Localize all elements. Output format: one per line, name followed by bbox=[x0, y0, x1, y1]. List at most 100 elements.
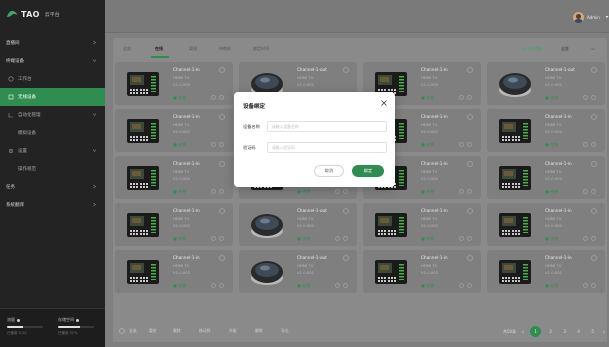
bottom-action-restart[interactable]: 重启 bbox=[149, 328, 157, 334]
card-checkbox[interactable] bbox=[591, 114, 597, 120]
close-icon[interactable] bbox=[380, 99, 388, 107]
card-checkbox[interactable] bbox=[219, 255, 225, 261]
device-card[interactable]: Channel-1-in HDMI TV V1.0.002 在线 bbox=[487, 250, 605, 293]
sidebar-item-rules[interactable]: 操作规范 bbox=[0, 160, 105, 178]
page-3[interactable]: 3 bbox=[560, 329, 569, 334]
settings-icon[interactable] bbox=[219, 95, 224, 100]
settings-icon[interactable] bbox=[343, 236, 348, 241]
edit-icon[interactable] bbox=[459, 95, 464, 100]
card-checkbox[interactable] bbox=[467, 161, 473, 167]
sidebar-item-task[interactable]: 任务 bbox=[0, 178, 105, 196]
edit-icon[interactable] bbox=[583, 236, 588, 241]
bottom-action-unbind[interactable]: 解绑 bbox=[255, 328, 263, 334]
card-checkbox[interactable] bbox=[591, 255, 597, 261]
tab-pending[interactable]: 待审核 bbox=[219, 46, 231, 52]
page-1[interactable]: 1 bbox=[530, 326, 542, 337]
page-4[interactable]: 4 bbox=[574, 329, 583, 334]
settings-icon[interactable] bbox=[591, 283, 596, 288]
avatar[interactable] bbox=[573, 12, 584, 23]
card-checkbox[interactable] bbox=[467, 255, 473, 261]
bottom-action-export[interactable]: 导出 bbox=[281, 328, 289, 334]
card-checkbox[interactable] bbox=[343, 255, 349, 261]
sidebar-item-translate[interactable]: 系统翻译 bbox=[0, 196, 105, 214]
add-device-button[interactable]: 添加设备 bbox=[515, 44, 549, 53]
card-checkbox[interactable] bbox=[591, 67, 597, 73]
device-name-input[interactable] bbox=[267, 121, 387, 132]
bottom-action-upgrade[interactable]: 升级 bbox=[229, 328, 237, 334]
edit-icon[interactable] bbox=[583, 142, 588, 147]
edit-icon[interactable] bbox=[583, 283, 588, 288]
chevron-left-icon[interactable] bbox=[521, 329, 525, 334]
settings-icon[interactable] bbox=[343, 283, 348, 288]
device-card[interactable]: Channel-1-out HDMI TV V1.0.002 在线 bbox=[487, 62, 605, 105]
page-5[interactable]: 5 bbox=[588, 329, 597, 334]
edit-icon[interactable] bbox=[583, 189, 588, 194]
sidebar-item-settings[interactable]: 设置 bbox=[0, 142, 105, 160]
card-checkbox[interactable] bbox=[467, 67, 473, 73]
settings-icon[interactable] bbox=[467, 189, 472, 194]
device-card[interactable]: Channel-1-in HDMI TV V1.0.002 在线 bbox=[115, 62, 233, 105]
edit-icon[interactable] bbox=[211, 142, 216, 147]
settings-icon[interactable] bbox=[591, 189, 596, 194]
card-checkbox[interactable] bbox=[343, 208, 349, 214]
settings-icon[interactable] bbox=[219, 236, 224, 241]
card-checkbox[interactable] bbox=[219, 114, 225, 120]
device-card[interactable]: Channel-1-in HDMI TV V1.0.002 在线 bbox=[487, 203, 605, 246]
chevron-right-icon[interactable] bbox=[602, 329, 606, 334]
settings-icon[interactable] bbox=[467, 95, 472, 100]
verify-code-input[interactable] bbox=[267, 142, 387, 153]
tab-bind-time[interactable]: 绑定时间 bbox=[253, 46, 269, 52]
tab-online[interactable]: 在线 bbox=[155, 46, 163, 52]
sidebar-item-simulate[interactable]: 模拟设备 bbox=[0, 124, 105, 142]
settings-icon[interactable] bbox=[467, 142, 472, 147]
bind-button[interactable]: 绑定 bbox=[352, 165, 384, 177]
card-checkbox[interactable] bbox=[591, 161, 597, 167]
device-card[interactable]: Channel-1-in HDMI TV V1.0.002 在线 bbox=[115, 156, 233, 199]
settings-icon[interactable] bbox=[467, 283, 472, 288]
settings-icon[interactable] bbox=[591, 236, 596, 241]
edit-icon[interactable] bbox=[459, 189, 464, 194]
edit-icon[interactable] bbox=[335, 283, 340, 288]
settings-icon[interactable] bbox=[467, 236, 472, 241]
chevron-down-icon[interactable] bbox=[605, 15, 609, 19]
card-checkbox[interactable] bbox=[591, 208, 597, 214]
card-checkbox[interactable] bbox=[219, 161, 225, 167]
card-checkbox[interactable] bbox=[467, 208, 473, 214]
edit-icon[interactable] bbox=[459, 283, 464, 288]
edit-icon[interactable] bbox=[459, 142, 464, 147]
select-all-checkbox[interactable] bbox=[119, 328, 125, 334]
device-card[interactable]: Channel-1-out HDMI TV V1.0.002 在线 bbox=[239, 203, 357, 246]
card-checkbox[interactable] bbox=[343, 67, 349, 73]
edit-icon[interactable] bbox=[459, 236, 464, 241]
cancel-button[interactable]: 取消 bbox=[314, 165, 344, 177]
card-checkbox[interactable] bbox=[467, 114, 473, 120]
device-card[interactable]: Channel-1-in HDMI TV V1.0.002 在线 bbox=[115, 250, 233, 293]
settings-icon[interactable] bbox=[219, 283, 224, 288]
sidebar-item-workbench[interactable]: 工作台 bbox=[0, 70, 105, 88]
device-card[interactable]: Channel-1-in HDMI TV V1.0.002 在线 bbox=[115, 203, 233, 246]
username[interactable]: Admin bbox=[587, 15, 600, 20]
device-card[interactable]: Channel-1-in HDMI TV V1.0.002 在线 bbox=[487, 109, 605, 152]
sidebar-item-terminal[interactable]: 终端设备 bbox=[0, 52, 105, 70]
bottom-action-move[interactable]: 移动到 bbox=[199, 328, 210, 334]
device-card[interactable]: Channel-1-in HDMI TV V1.0.002 在线 bbox=[363, 203, 481, 246]
settings-icon[interactable] bbox=[219, 189, 224, 194]
bottom-action-select-all[interactable]: 全选 bbox=[129, 328, 137, 334]
edit-icon[interactable] bbox=[211, 95, 216, 100]
edit-icon[interactable] bbox=[211, 236, 216, 241]
device-card[interactable]: Channel-1-out HDMI TV V1.0.002 在线 bbox=[239, 250, 357, 293]
edit-icon[interactable] bbox=[583, 95, 588, 100]
settings-icon[interactable] bbox=[343, 189, 348, 194]
bottom-action-delete[interactable]: 删除 bbox=[173, 328, 181, 334]
settings-icon[interactable] bbox=[591, 142, 596, 147]
tab-all[interactable]: 全部 bbox=[123, 46, 131, 52]
card-checkbox[interactable] bbox=[219, 208, 225, 214]
sidebar-item-automation[interactable]: 自动化管理 bbox=[0, 106, 105, 124]
card-checkbox[interactable] bbox=[219, 67, 225, 73]
sidebar-item-wireless[interactable]: 无线设备 bbox=[0, 88, 105, 106]
settings-icon[interactable] bbox=[219, 142, 224, 147]
edit-icon[interactable] bbox=[335, 189, 340, 194]
edit-icon[interactable] bbox=[335, 236, 340, 241]
device-card[interactable]: Channel-1-in HDMI TV V1.0.002 在线 bbox=[487, 156, 605, 199]
tab-offline[interactable]: 离线 bbox=[189, 46, 197, 52]
